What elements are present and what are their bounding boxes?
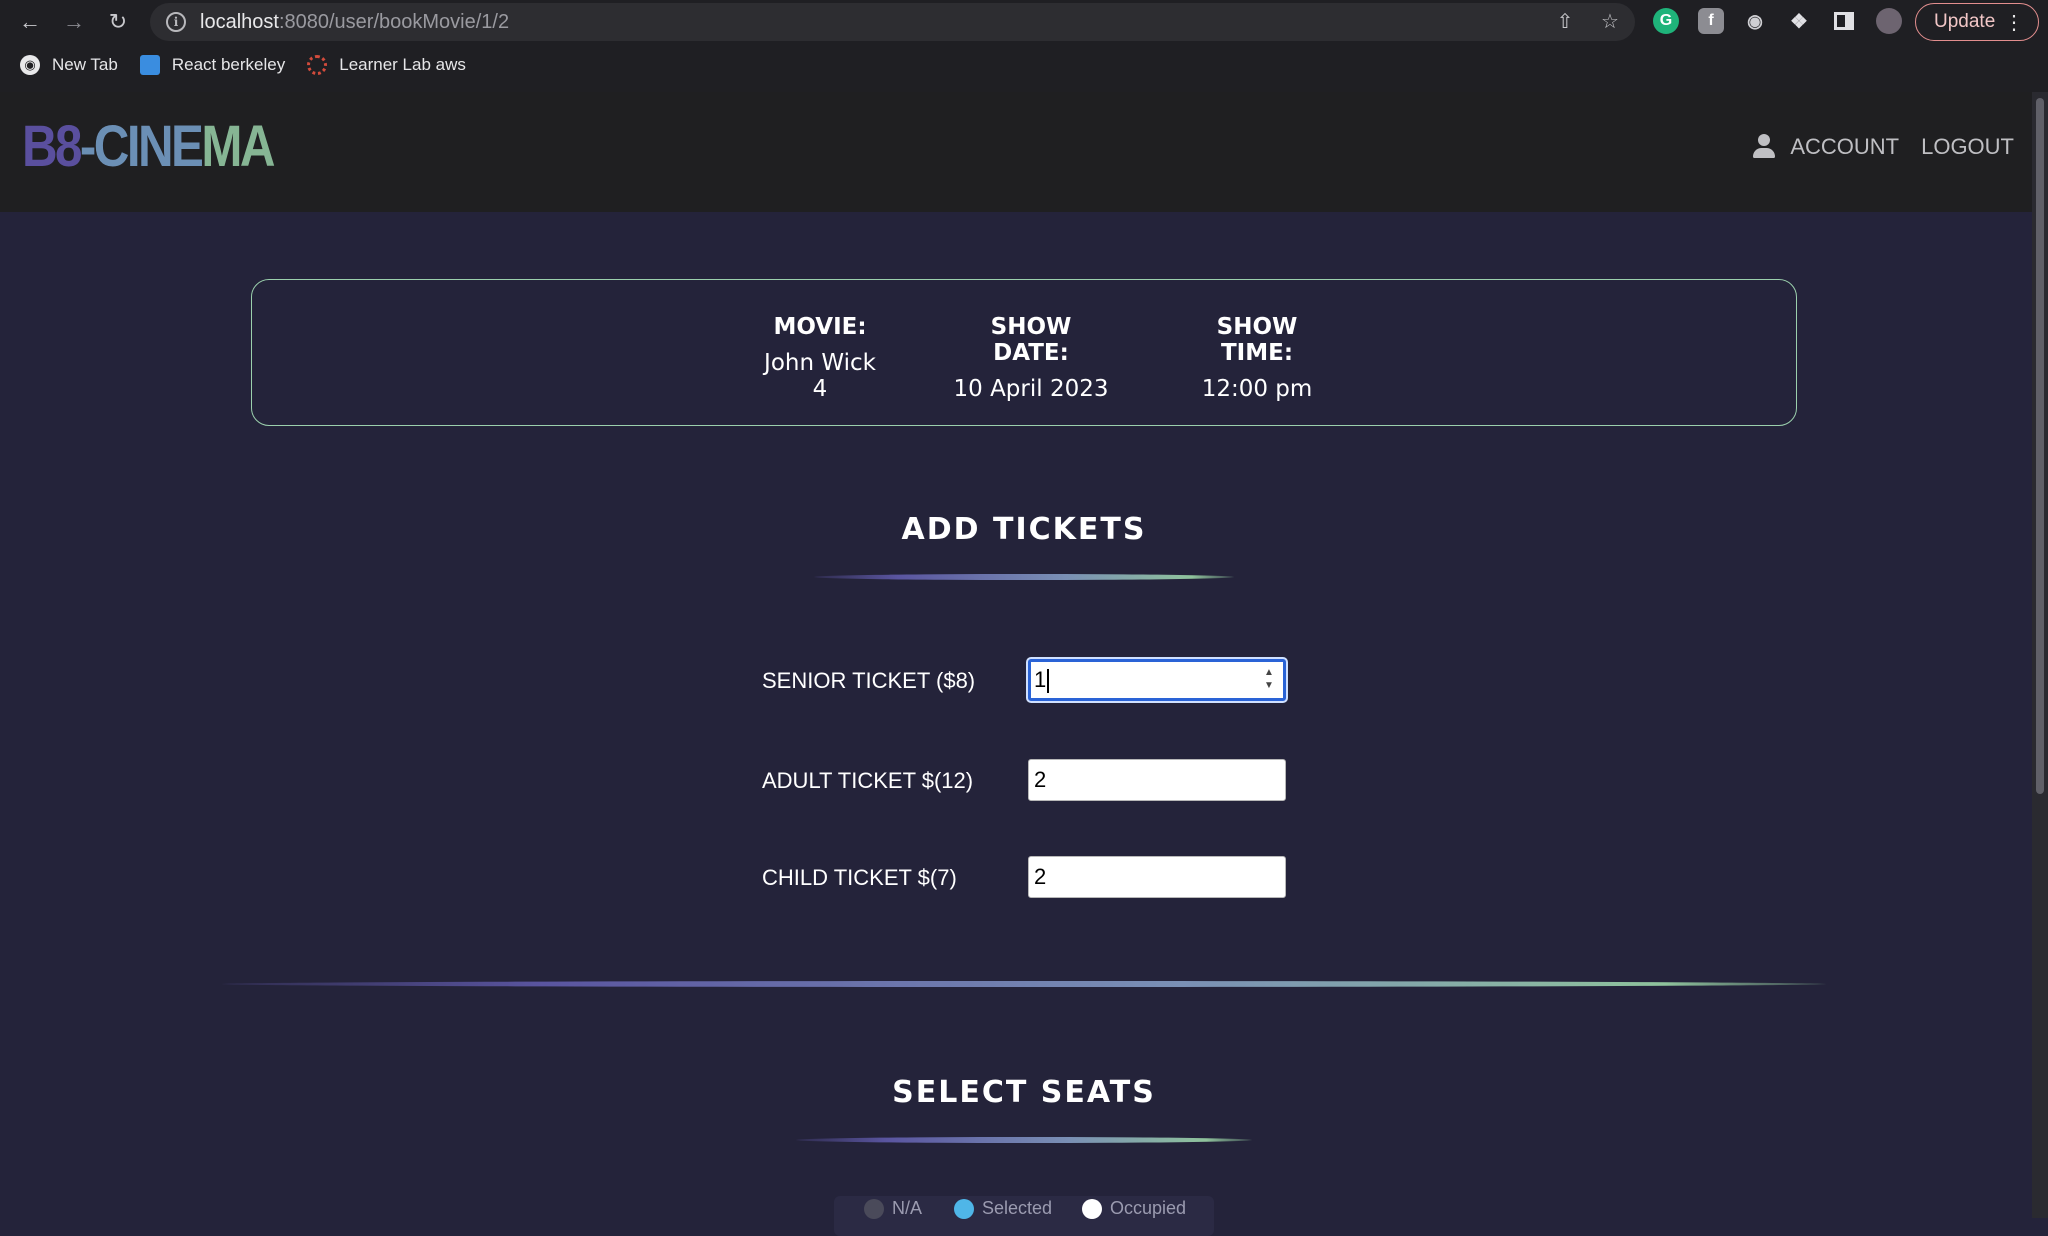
bookmark-star-icon[interactable]: ☆ <box>1597 8 1623 34</box>
section-divider <box>222 981 1826 987</box>
puzzle-extensions-icon[interactable]: ❖ <box>1786 8 1812 34</box>
adult-ticket-value: 2 <box>1034 767 1047 792</box>
lab-icon <box>307 55 328 75</box>
bookmark-label: Learner Lab aws <box>339 55 466 74</box>
title-divider <box>796 1137 1252 1143</box>
bookmark-label: New Tab <box>52 55 118 74</box>
grammarly-extension-icon[interactable]: G <box>1653 8 1679 34</box>
movie-info: MOVIE: John Wick 4 <box>755 314 885 402</box>
na-dot-icon <box>864 1198 884 1219</box>
account-link[interactable]: ACCOUNT <box>1790 134 1899 160</box>
reload-icon[interactable]: ↻ <box>104 8 132 36</box>
logo-part: MA <box>201 114 275 179</box>
select-seats-title: SELECT SEATS <box>892 1075 1156 1110</box>
update-label: Update <box>1934 11 1996 32</box>
legend-na: N/A <box>864 1198 922 1219</box>
monitor-icon <box>139 55 160 75</box>
side-panel-icon[interactable] <box>1831 8 1857 34</box>
senior-ticket-input[interactable]: 1 ▲ ▼ <box>1028 659 1286 701</box>
bookmark-new-tab[interactable]: ◉ New Tab <box>20 55 118 75</box>
back-arrow-icon[interactable]: ← <box>16 8 44 36</box>
logo-part: -CINE <box>79 114 204 179</box>
number-spinner[interactable]: ▲ ▼ <box>1261 666 1277 696</box>
extension-icon[interactable]: f <box>1698 8 1724 34</box>
spinner-down-icon[interactable]: ▼ <box>1261 679 1277 692</box>
text-caret <box>1047 669 1050 694</box>
site-nav: ACCOUNT LOGOUT <box>1752 134 2014 160</box>
child-ticket-value: 2 <box>1034 864 1047 889</box>
movie-label: MOVIE: <box>773 314 867 340</box>
site-logo[interactable]: B8-CINEMA <box>22 118 276 176</box>
legend-occupied-label: Occupied <box>1110 1198 1187 1218</box>
profile-avatar[interactable] <box>1876 8 1902 34</box>
show-date-value: 10 April 2023 <box>953 376 1109 402</box>
legend-occupied: Occupied <box>1082 1198 1186 1219</box>
scrollbar-thumb[interactable] <box>2036 98 2044 794</box>
senior-ticket-row: SENIOR TICKET ($8) 1 ▲ ▼ <box>762 659 1302 701</box>
occupied-dot-icon <box>1082 1198 1102 1219</box>
senior-ticket-label: SENIOR TICKET ($8) <box>762 668 976 693</box>
update-button[interactable]: Update ⋮ <box>1915 3 2039 41</box>
share-icon[interactable]: ⇧ <box>1552 8 1578 34</box>
bookmark-learner-lab[interactable]: Learner Lab aws <box>307 55 466 75</box>
page-scrollbar[interactable] <box>2032 92 2048 1218</box>
seat-legend: N/A Selected Occupied <box>834 1196 1214 1236</box>
url-text: localhost:8080/user/bookMovie/1/2 <box>200 11 509 34</box>
browser-chrome: ← → ↻ i localhost:8080/user/bookMovie/1/… <box>0 0 2048 92</box>
user-icon <box>1752 134 1776 160</box>
bookmark-label: React berkeley <box>171 55 286 74</box>
add-tickets-title: ADD TICKETS <box>901 512 1147 547</box>
legend-selected: Selected <box>954 1198 1052 1219</box>
site-header: B8-CINEMA ACCOUNT LOGOUT <box>0 92 2048 212</box>
adult-ticket-row: ADULT TICKET $(12) 2 <box>762 759 1302 801</box>
adult-ticket-label: ADULT TICKET $(12) <box>762 768 974 793</box>
forward-arrow-icon[interactable]: → <box>60 8 88 36</box>
child-ticket-input[interactable]: 2 <box>1028 856 1286 898</box>
spinner-up-icon[interactable]: ▲ <box>1261 666 1277 679</box>
camera-extension-icon[interactable]: ◉ <box>1742 8 1768 34</box>
legend-selected-label: Selected <box>982 1198 1053 1218</box>
selected-dot-icon <box>954 1198 974 1219</box>
bookmark-react-berkeley[interactable]: React berkeley <box>139 55 286 75</box>
movie-value: John Wick 4 <box>764 350 876 402</box>
show-time-info: SHOW TIME: 12:00 pm <box>1177 314 1337 402</box>
show-time-value: 12:00 pm <box>1201 376 1313 402</box>
show-date-info: SHOW DATE: 10 April 2023 <box>951 314 1111 402</box>
url-host: localhost <box>200 10 279 33</box>
show-time-label: SHOW TIME: <box>1216 314 1298 366</box>
child-ticket-label: CHILD TICKET $(7) <box>762 865 957 890</box>
browser-toolbar: ← → ↻ i localhost:8080/user/bookMovie/1/… <box>0 0 2048 44</box>
url-path: :8080/user/bookMovie/1/2 <box>278 10 510 33</box>
show-info-card: MOVIE: John Wick 4 SHOW DATE: 10 April 2… <box>251 279 1797 426</box>
child-ticket-row: CHILD TICKET $(7) 2 <box>762 856 1302 898</box>
globe-icon: ◉ <box>20 55 40 75</box>
logout-link[interactable]: LOGOUT <box>1921 134 2014 160</box>
logo-part: B8 <box>22 114 82 179</box>
menu-dots-icon[interactable]: ⋮ <box>2004 10 2024 35</box>
site-info-icon[interactable]: i <box>166 12 186 32</box>
bookmarks-bar: ◉ New Tab React berkeley Learner Lab aws <box>0 48 466 82</box>
legend-na-label: N/A <box>892 1198 923 1218</box>
adult-ticket-input[interactable]: 2 <box>1028 759 1286 801</box>
address-bar[interactable]: i localhost:8080/user/bookMovie/1/2 <box>150 3 1635 41</box>
page-content: B8-CINEMA ACCOUNT LOGOUT MOVIE: John Wic… <box>0 92 2048 1236</box>
title-divider <box>814 574 1234 580</box>
senior-ticket-value: 1 <box>1034 667 1047 692</box>
show-date-label: SHOW DATE: <box>990 314 1072 366</box>
